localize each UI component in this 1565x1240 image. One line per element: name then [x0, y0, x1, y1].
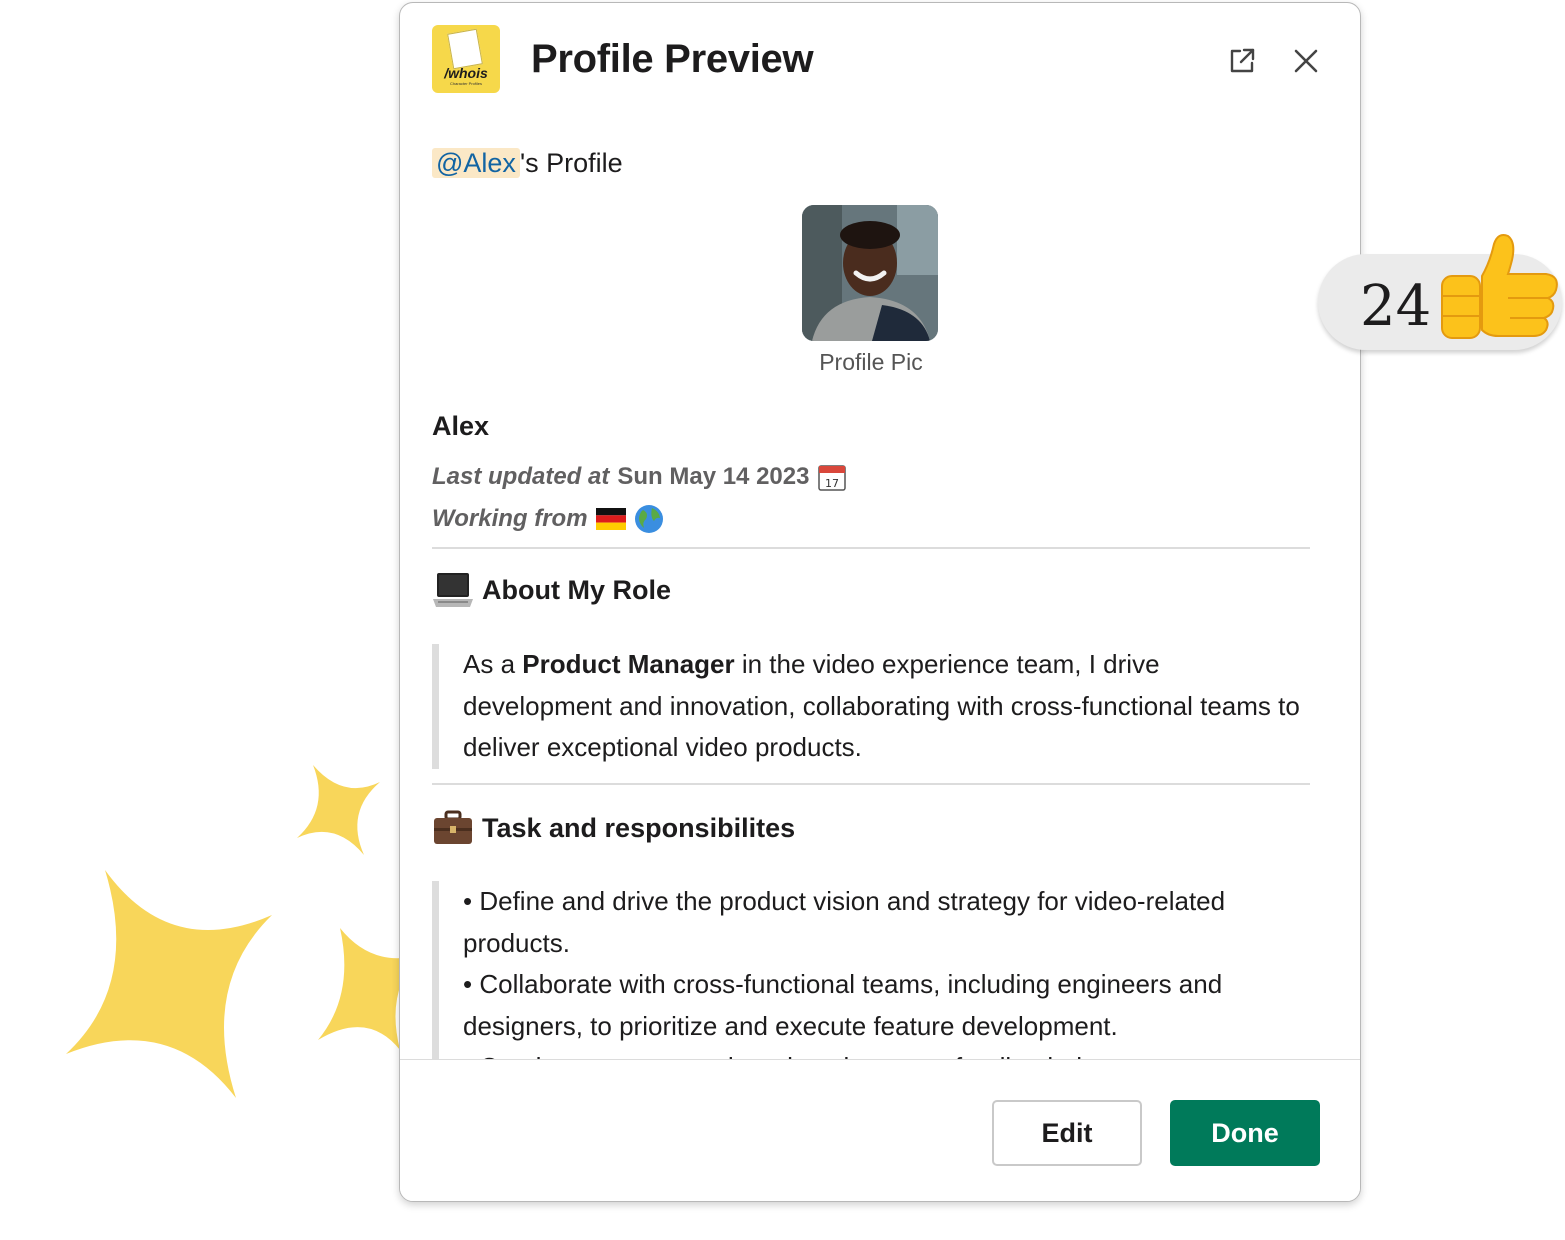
- about-role-bold: Product Manager: [522, 649, 735, 679]
- tasks-heading: Task and responsibilites: [432, 807, 795, 849]
- reaction-badge[interactable]: 24: [1318, 232, 1562, 352]
- external-link-icon: [1230, 48, 1255, 73]
- profile-pic-caption: Profile Pic: [819, 349, 923, 375]
- laptop-icon: [433, 573, 473, 607]
- modal-footer: Edit Done: [400, 1059, 1360, 1201]
- about-role-text: As a Product Manager in the video experi…: [463, 644, 1310, 769]
- edit-button[interactable]: Edit: [992, 1100, 1142, 1166]
- about-role-title: About My Role: [482, 574, 671, 605]
- thumbs-up-icon: [1441, 234, 1558, 339]
- profile-preview-modal: /whois Character Profiles Profile Previe…: [399, 2, 1361, 1202]
- whois-app-logo: /whois Character Profiles: [432, 25, 500, 93]
- about-role-text-before: As a: [463, 649, 523, 679]
- about-role-heading: About My Role: [432, 569, 671, 611]
- about-role-quote: As a Product Manager in the video experi…: [432, 644, 1310, 769]
- close-icon: [1294, 49, 1318, 73]
- open-external-button[interactable]: [1224, 43, 1260, 79]
- modal-header: /whois Character Profiles Profile Previe…: [400, 3, 1360, 121]
- profile-heading: @Alex's Profile: [432, 141, 623, 185]
- done-button[interactable]: Done: [1170, 1100, 1320, 1166]
- app-logo-text: /whois: [444, 65, 488, 81]
- close-button[interactable]: [1288, 43, 1324, 79]
- user-mention[interactable]: @Alex: [432, 148, 520, 178]
- last-updated-label: Last updated at: [432, 463, 610, 490]
- profile-heading-suffix: 's Profile: [519, 148, 623, 178]
- section-divider: [432, 547, 1310, 549]
- profile-name: Alex: [432, 411, 490, 441]
- tasks-title: Task and responsibilites: [482, 812, 796, 843]
- working-from-label: Working from: [432, 505, 588, 532]
- svg-text:17: 17: [825, 477, 839, 490]
- sparkle-small: [297, 765, 380, 855]
- task-item: • Define and drive the product vision an…: [463, 886, 1226, 958]
- section-divider: [432, 783, 1310, 785]
- modal-title: Profile Preview: [531, 37, 814, 81]
- task-item: • Conduct user research and analyze user…: [463, 1047, 1310, 1059]
- modal-body[interactable]: @Alex's Profile Profile Pic Alex Last up…: [432, 121, 1312, 1059]
- app-logo-subtext: Character Profiles: [449, 81, 482, 86]
- last-updated-value: Sun May 14 2023: [617, 463, 810, 490]
- person-photo-icon: [802, 205, 938, 341]
- task-item: • Collaborate with cross-functional team…: [463, 969, 1223, 1041]
- reaction-count: 24: [1360, 274, 1432, 339]
- profile-pic-block: Profile Pic: [802, 205, 940, 376]
- last-updated-row: Last updated at Sun May 14 2023 17: [432, 462, 847, 492]
- germany-flag-icon: [595, 508, 626, 530]
- tasks-quote: • Define and drive the product vision an…: [432, 881, 1310, 1059]
- globe-icon: [634, 505, 663, 533]
- sparkle-large: [66, 870, 272, 1098]
- avatar: [802, 205, 938, 341]
- working-from-row: Working from: [432, 504, 664, 534]
- briefcase-icon: [434, 810, 472, 844]
- calendar-icon: 17: [818, 465, 847, 491]
- paper-icon: [447, 28, 483, 70]
